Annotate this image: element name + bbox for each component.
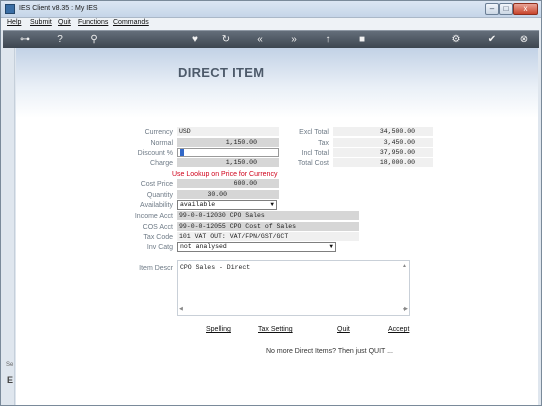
horizontal-scrollbar[interactable]: ◀ ▶ [177,306,410,315]
maximize-button[interactable]: □ [499,3,513,15]
settings-icon[interactable]: ⚙ [449,33,463,47]
accept-link[interactable]: Accept [388,326,409,333]
incl-total-label: Incl Total [301,150,330,157]
quantity-label: Quantity [146,192,173,199]
spelling-link[interactable]: Spelling [206,326,231,333]
cost-price-field[interactable]: 600.00 [177,179,279,188]
total-cost-field: 18,000.00 [333,158,433,167]
forward-icon[interactable]: » [287,33,301,47]
discount-label: Discount % [137,150,173,157]
excl-total-field: 34,500.00 [333,127,433,136]
item-descr-text: CPO Sales - Direct [180,264,251,271]
menu-commands[interactable]: Commands [113,19,149,26]
sidebar-mark: E [7,375,14,385]
incl-total-field: 37,950.00 [333,148,433,157]
left-sidebar: Se E [3,48,15,405]
search-icon[interactable]: ⚲ [87,33,101,47]
excl-total-label: Excl Total [299,129,329,136]
chevron-down-icon: ▼ [270,201,274,208]
charge-field[interactable]: 1,150.00 [177,158,279,167]
chevron-down-icon: ▼ [329,243,333,250]
menu-submit[interactable]: Submit [30,19,52,26]
income-acct-field[interactable]: 99-0-0-12030 CPO Sales [177,211,359,220]
discount-field[interactable] [177,148,279,157]
normal-field[interactable]: 1,150.00 [177,138,279,147]
ok-icon[interactable]: ✔ [485,33,499,47]
total-cost-label: Total Cost [297,160,329,167]
inv-catg-value: not analysed [180,243,227,250]
toolbar: ⊶ ? ⚲ ♥ ↻ « » ↑ ■ ⚙ ✔ ⊗ [3,30,539,48]
close-window-button[interactable]: x [513,3,538,15]
app-window: IES Client v8.35 : My IES – □ x Help Sub… [0,0,542,406]
quit-link[interactable]: Quit [337,326,350,333]
stop-icon[interactable]: ■ [355,33,369,47]
cursor-icon[interactable]: ↑ [321,33,335,47]
inv-catg-select[interactable]: not analysed ▼ [177,242,336,252]
heart-icon[interactable]: ♥ [188,33,202,47]
page-title: DIRECT ITEM [178,65,265,80]
cos-acct-label: COS Acct [142,224,173,231]
normal-label: Normal [150,140,173,147]
availability-label: Availability [140,202,173,209]
refresh-icon[interactable]: ↻ [219,33,233,47]
rewind-icon[interactable]: « [253,33,267,47]
footer-message: No more Direct Items? Then just QUIT ... [266,348,393,355]
tax-code-label: Tax Code [143,234,173,241]
quantity-field[interactable]: 30.00 [177,190,279,199]
cos-acct-field[interactable]: 99-0-0-12055 CPO Cost of Sales [177,222,359,231]
currency-warning: Use Lookup on Price for Currency [172,171,278,178]
text-cursor [180,149,184,156]
sidebar-label: Se [6,362,14,368]
scroll-up-icon[interactable]: ▲ [402,263,407,269]
minimize-button[interactable]: – [485,3,499,15]
menu-functions[interactable]: Functions [78,19,108,26]
window-title: IES Client v8.35 : My IES [19,5,98,12]
tax-field: 3,450.00 [333,138,433,147]
item-descr-label: Item Descr [139,265,173,272]
cost-price-label: Cost Price [140,181,173,188]
scroll-left-icon[interactable]: ◀ [179,306,183,312]
charge-label: Charge [150,160,173,167]
app-icon [5,4,15,14]
menu-quit[interactable]: Quit [58,19,71,26]
inv-catg-label: Inv Catg [146,244,173,251]
currency-label: Currency [144,129,173,136]
availability-value: available [180,201,216,208]
close-icon[interactable]: ⊗ [517,33,531,47]
menu-bar: Help Submit Quit Functions Commands [1,18,541,30]
currency-field[interactable]: USD [177,127,279,136]
income-acct-label: Income Acct [134,213,173,220]
title-bar: IES Client v8.35 : My IES – □ x [1,1,541,18]
key-icon[interactable]: ⊶ [15,33,35,47]
menu-help[interactable]: Help [7,19,21,26]
tax-label: Tax [318,140,329,147]
tax-setting-link[interactable]: Tax Setting [258,326,293,333]
tax-code-field[interactable]: 101 VAT OUT: VAT/FPN/GST/GCT [177,232,359,241]
help-icon[interactable]: ? [53,33,67,47]
availability-select[interactable]: available ▼ [177,200,277,210]
scroll-right-icon[interactable]: ▶ [404,306,408,312]
